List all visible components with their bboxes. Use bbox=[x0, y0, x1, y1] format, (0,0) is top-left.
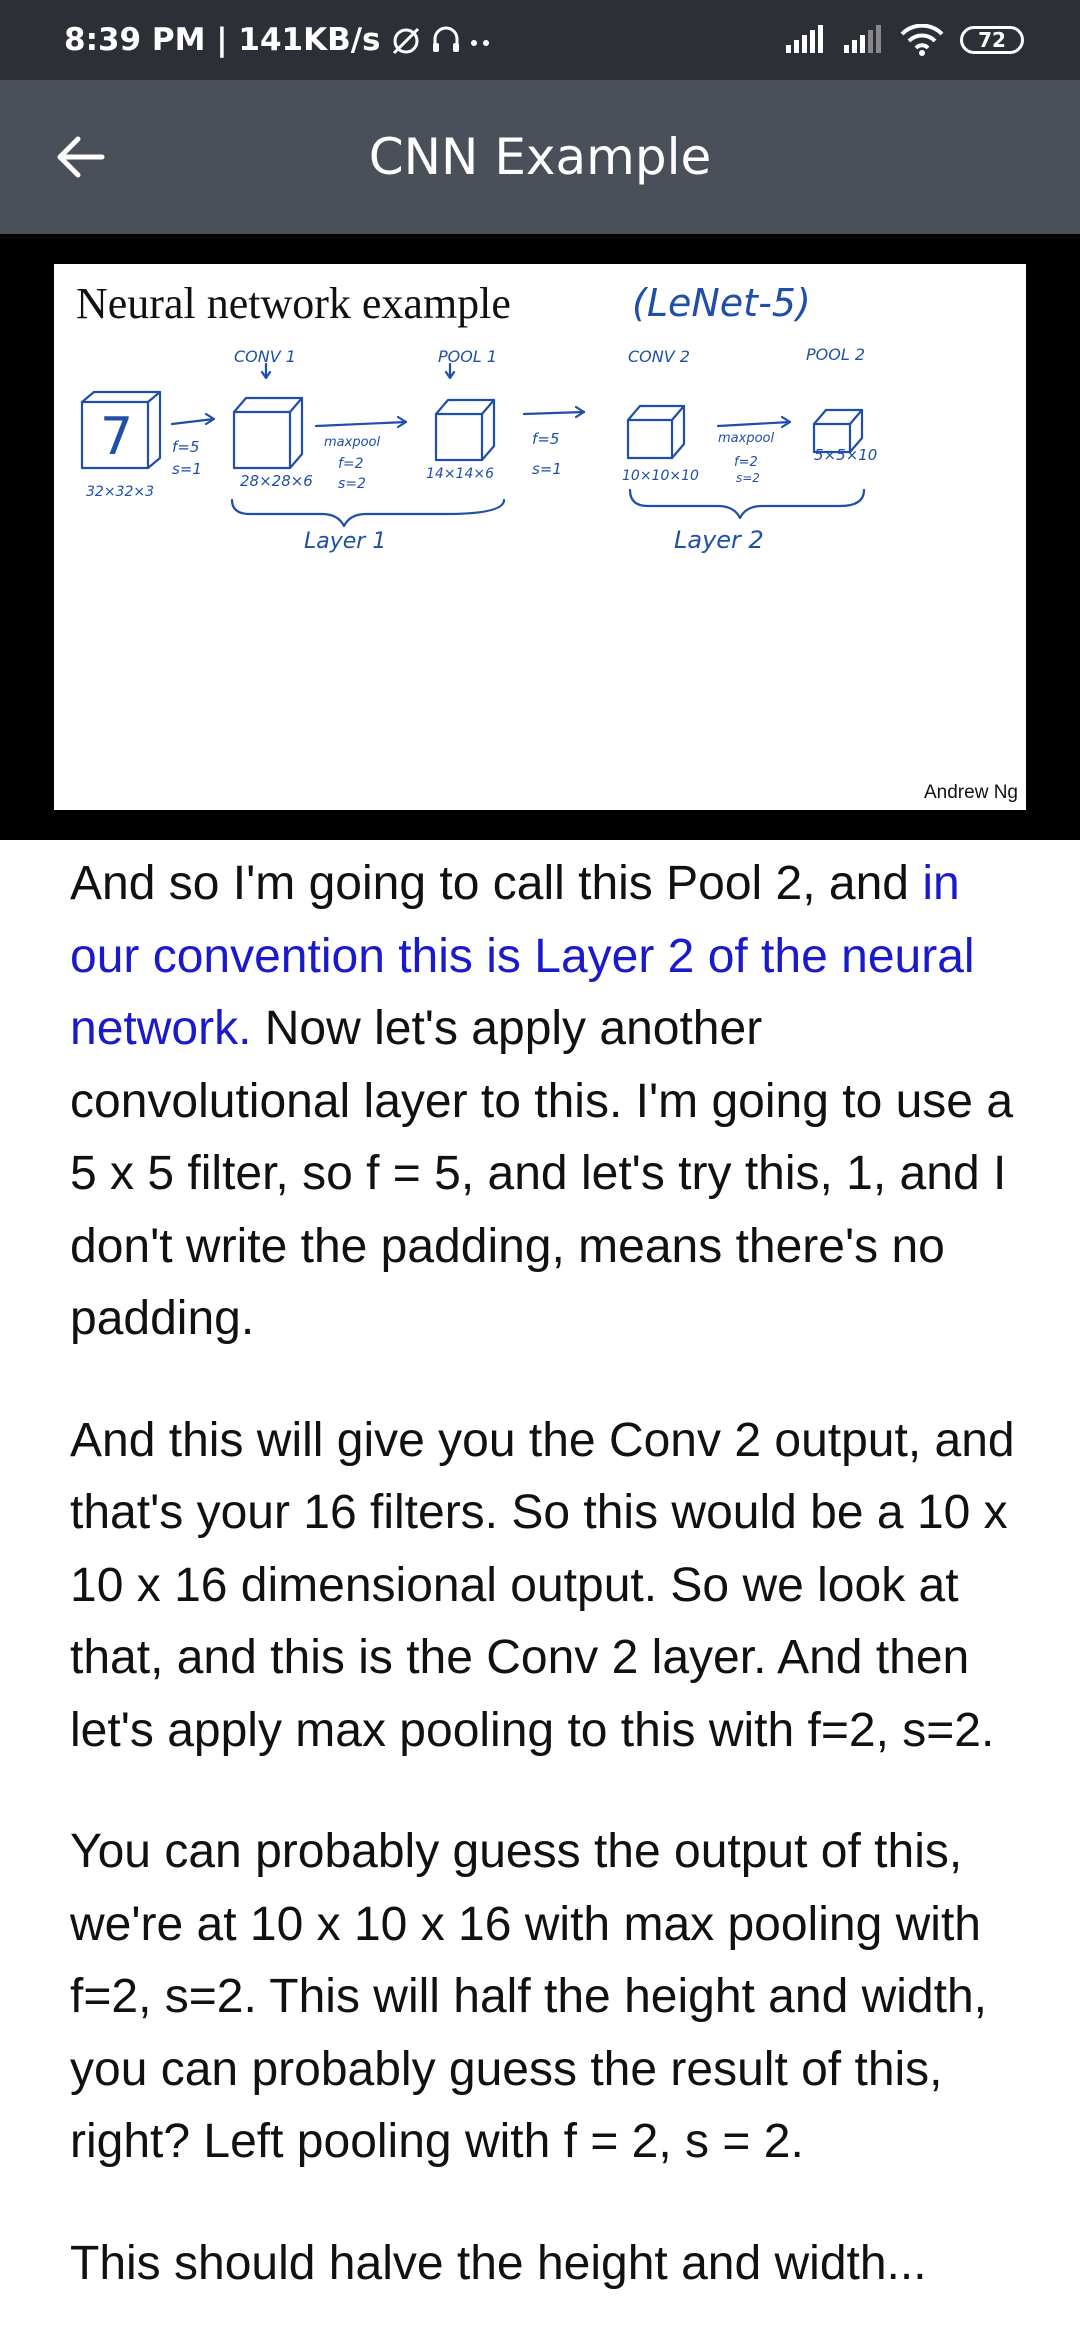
conv2-volume-shape bbox=[626, 404, 686, 460]
battery-icon: 72 bbox=[960, 26, 1024, 54]
layer1-brace bbox=[230, 498, 506, 528]
transcript-paragraph-3: You can probably guess the output of thi… bbox=[70, 1816, 1030, 2179]
maxpool-label-b: maxpool bbox=[718, 431, 774, 446]
f2-label-a: f=2 bbox=[338, 456, 364, 472]
transcript-text[interactable]: This should halve the height and width..… bbox=[70, 2237, 927, 2290]
transcript-text[interactable]: You can probably guess the output of thi… bbox=[70, 1825, 987, 2168]
alarm-off-icon bbox=[392, 27, 419, 55]
app-bar: CNN Example bbox=[0, 80, 1080, 234]
back-button[interactable] bbox=[40, 117, 120, 197]
layer2-brace bbox=[628, 488, 866, 520]
s1-label-a: s=1 bbox=[172, 460, 202, 478]
slide-author: Andrew Ng bbox=[924, 782, 1018, 803]
dims-14-label: 14×14×6 bbox=[426, 466, 494, 482]
layer1-label: Layer 1 bbox=[304, 529, 386, 554]
slide-drawing: (LeNet-5) CONV 1 POOL 1 CONV 2 POOL 2 7 … bbox=[80, 281, 877, 554]
status-bar: 8:39 PM | 141KB/s 72 bbox=[0, 0, 1080, 80]
maxpool-label-a: maxpool bbox=[324, 435, 380, 450]
transcript-paragraph-4: This should halve the height and width..… bbox=[70, 2228, 1030, 2301]
conv2-label: CONV 2 bbox=[628, 347, 690, 366]
wifi-icon bbox=[900, 24, 944, 56]
status-left: 8:39 PM | 141KB/s bbox=[64, 0, 493, 80]
lecture-slide: (LeNet-5) CONV 1 POOL 1 CONV 2 POOL 2 7 … bbox=[54, 264, 1026, 810]
input-dims-label: 32×32×3 bbox=[86, 484, 154, 500]
pool2-label: POOL 2 bbox=[806, 345, 865, 364]
video-player[interactable]: (LeNet-5) CONV 1 POOL 1 CONV 2 POOL 2 7 … bbox=[0, 234, 1080, 840]
pool1-volume-shape bbox=[434, 398, 496, 462]
page-title: CNN Example bbox=[368, 128, 712, 186]
transcript-text[interactable]: And this will give you the Conv 2 output… bbox=[70, 1414, 1015, 1757]
transcript-text[interactable]: And so I'm going to call this Pool 2, an… bbox=[70, 857, 922, 910]
status-time-speed: 8:39 PM | 141KB/s bbox=[64, 22, 381, 58]
dims-28-label: 28×28×6 bbox=[240, 472, 313, 490]
status-right: 72 bbox=[784, 0, 1024, 80]
conv1-volume-shape bbox=[232, 396, 304, 470]
slide-title: Neural network example bbox=[76, 279, 511, 328]
signal-1-icon bbox=[786, 25, 823, 53]
conv1-label: CONV 1 bbox=[234, 347, 296, 366]
transcript: And so I'm going to call this Pool 2, an… bbox=[70, 848, 1030, 2349]
f5-label-b: f=5 bbox=[532, 430, 559, 448]
pool1-label: POOL 1 bbox=[438, 347, 497, 366]
arrow-back-icon bbox=[57, 136, 105, 178]
more-dots-icon bbox=[470, 40, 489, 46]
status-icons bbox=[389, 23, 493, 57]
f2-label-b: f=2 bbox=[734, 455, 758, 470]
f5-label-a: f=5 bbox=[172, 438, 199, 456]
layer2-label: Layer 2 bbox=[674, 526, 764, 554]
transcript-paragraph-1: And so I'm going to call this Pool 2, an… bbox=[70, 848, 1030, 1356]
battery-level: 72 bbox=[978, 28, 1006, 52]
s2-label-b: s=2 bbox=[736, 471, 760, 485]
s2-label-a: s=2 bbox=[338, 476, 366, 492]
s1-label-b: s=1 bbox=[532, 460, 562, 478]
dims-10-label: 10×10×10 bbox=[622, 468, 699, 484]
headset-icon bbox=[432, 26, 459, 52]
input-digit: 7 bbox=[100, 407, 133, 467]
transcript-paragraph-2: And this will give you the Conv 2 output… bbox=[70, 1405, 1030, 1768]
dims-5-label: 5×5×10 bbox=[814, 446, 877, 464]
signal-2-icon bbox=[844, 25, 881, 53]
subtitle-label: (LeNet-5) bbox=[632, 281, 811, 325]
